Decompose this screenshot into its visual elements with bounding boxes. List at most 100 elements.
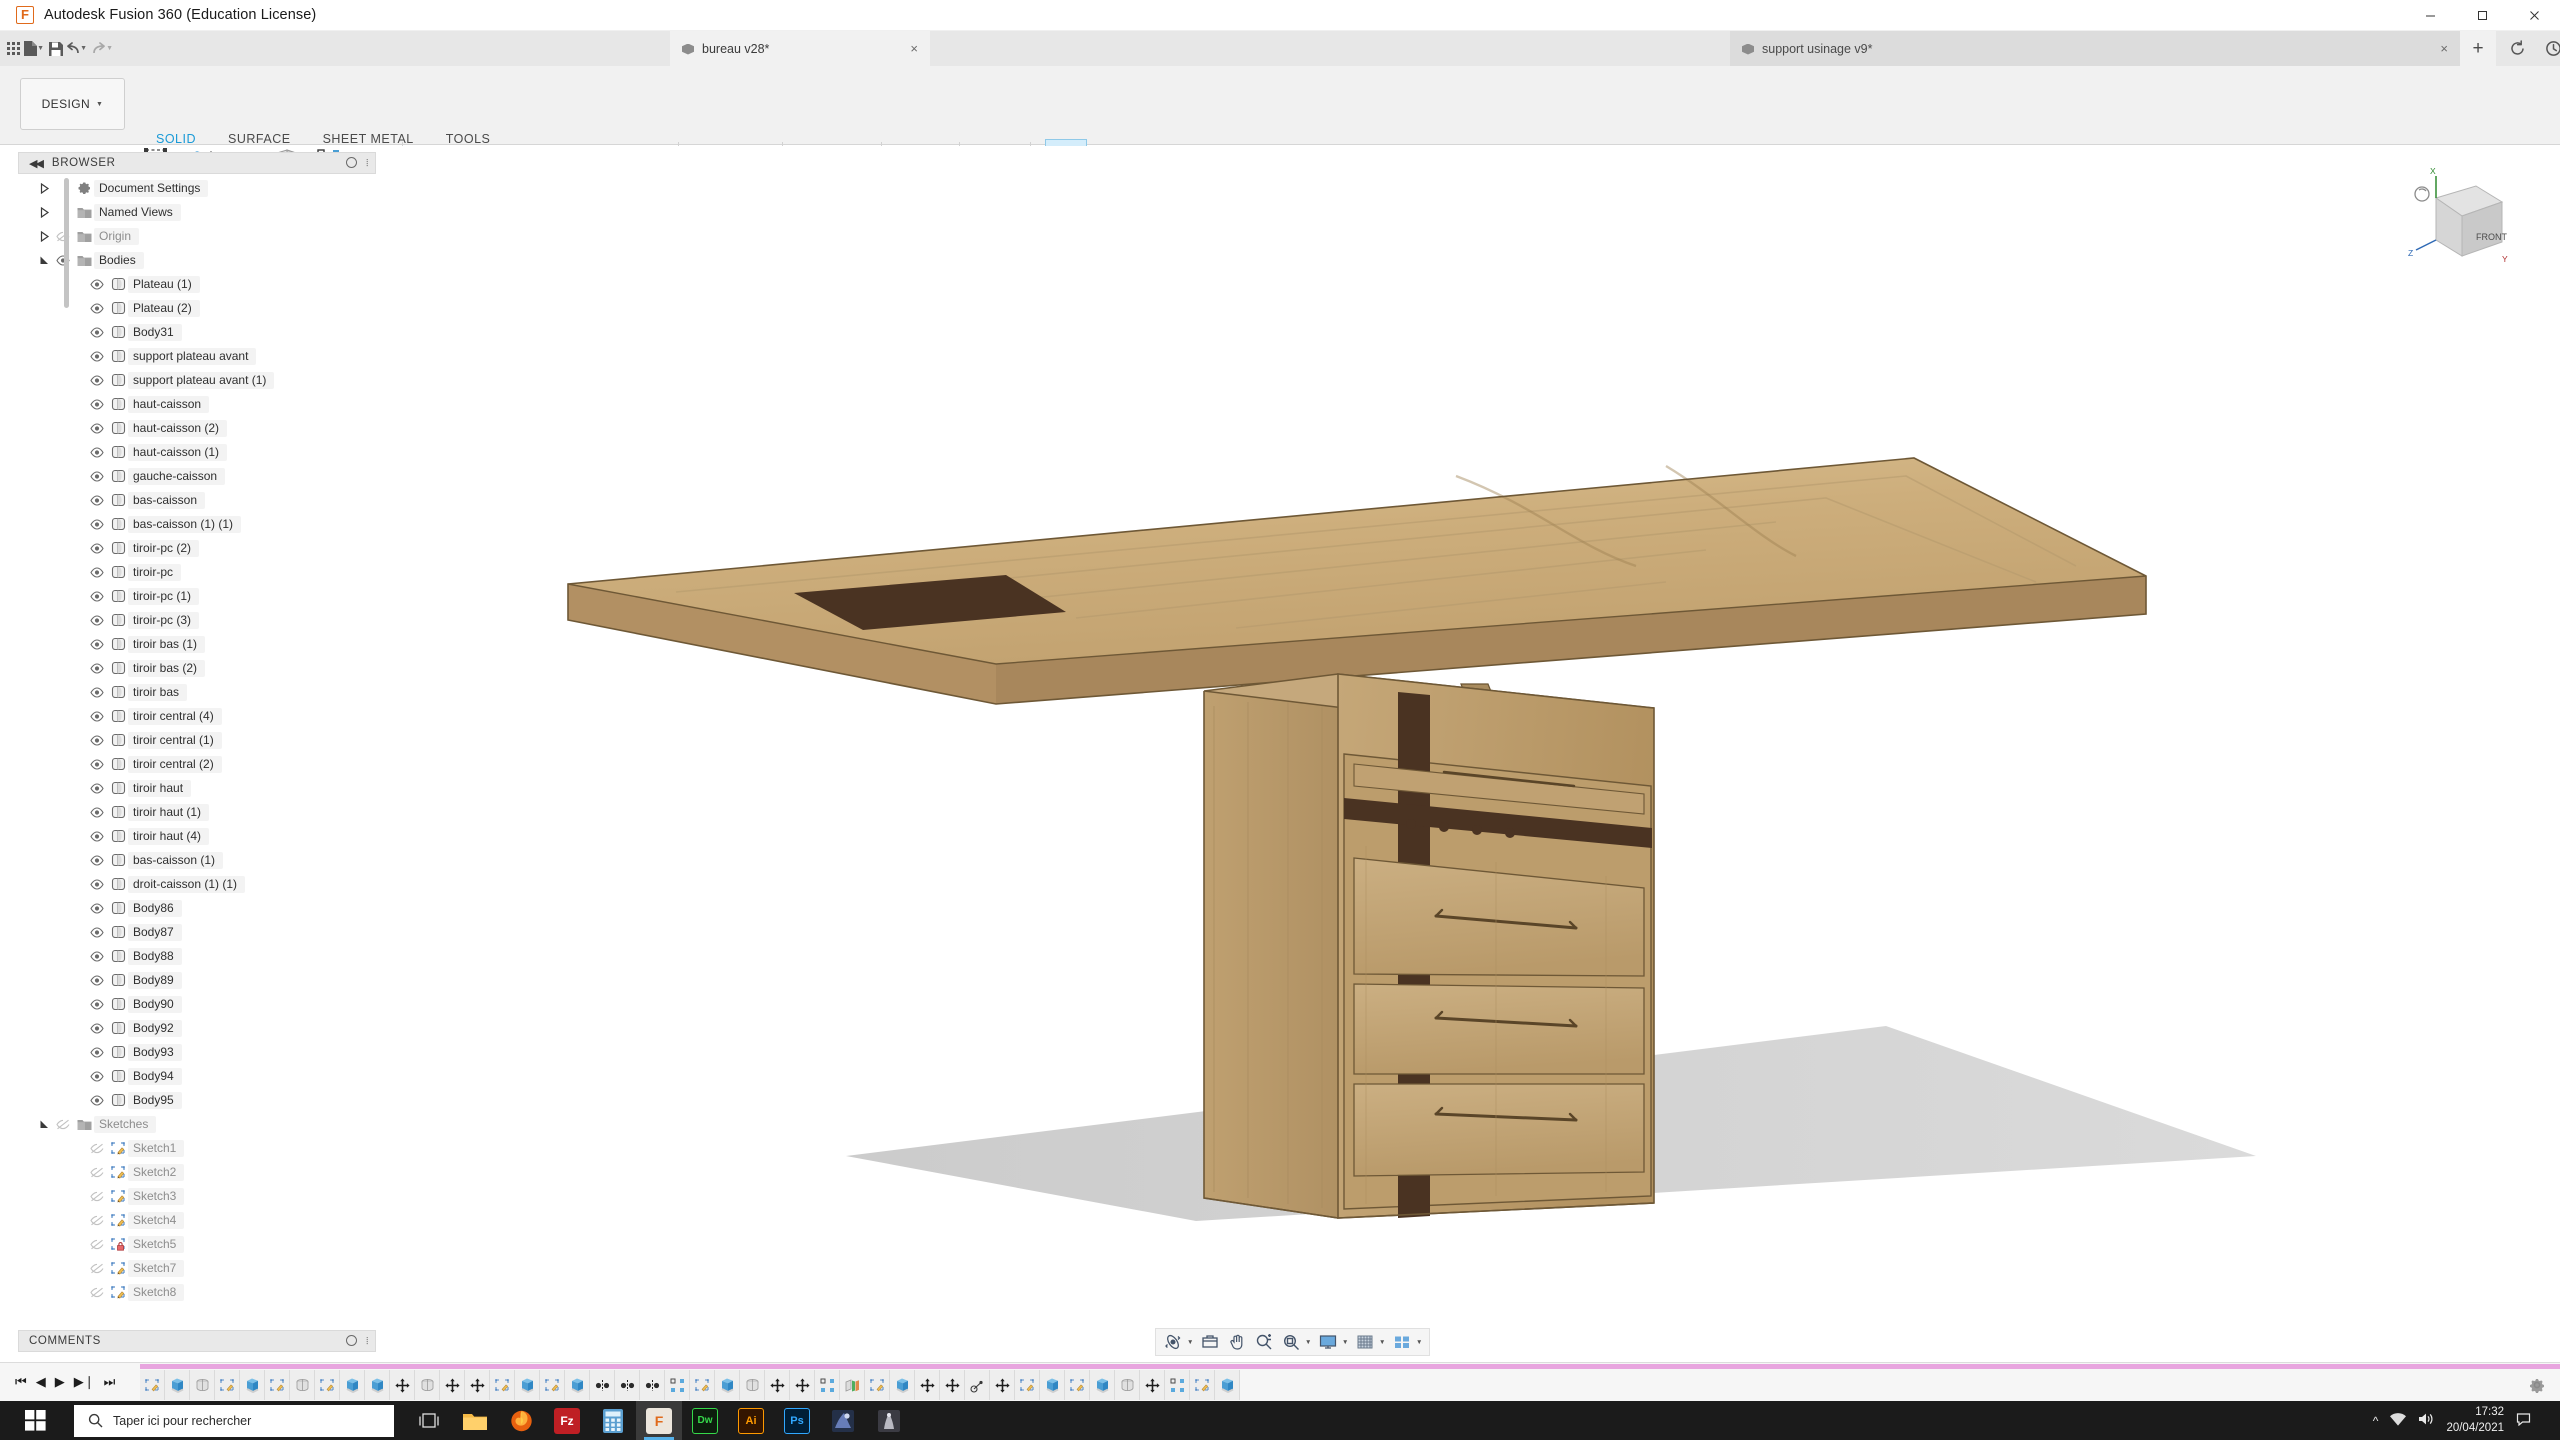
grid-apps-icon[interactable] xyxy=(6,37,21,61)
browser-tree-row[interactable]: haut-caisson (1) xyxy=(18,440,376,464)
save-icon[interactable] xyxy=(48,37,63,61)
timeline-feature-item[interactable] xyxy=(540,1370,565,1400)
browser-tree[interactable]: Document SettingsNamed ViewsOriginBodies… xyxy=(18,176,376,1324)
browser-tree-row[interactable]: gauche-caisson xyxy=(18,464,376,488)
action-center-icon[interactable] xyxy=(2516,1412,2531,1429)
document-tab-inactive[interactable]: support usinage v9* × xyxy=(1730,31,2460,66)
timeline-end-icon[interactable]: ⏭ xyxy=(104,1374,116,1390)
browser-tree-row[interactable]: tiroir bas (2) xyxy=(18,656,376,680)
browser-tree-row[interactable]: Body88 xyxy=(18,944,376,968)
pan-icon[interactable] xyxy=(1224,1330,1250,1354)
timeline-feature-item[interactable] xyxy=(465,1370,490,1400)
visibility-eye-icon[interactable] xyxy=(86,279,108,290)
browser-tree-row[interactable]: Body94 xyxy=(18,1064,376,1088)
timeline-feature-item[interactable] xyxy=(1190,1370,1215,1400)
tree-expand-arrow-open-icon[interactable] xyxy=(36,252,52,268)
comments-panel-header[interactable]: COMMENTS ⦙ xyxy=(18,1330,376,1352)
browser-tree-row[interactable]: tiroir bas (1) xyxy=(18,632,376,656)
visibility-eye-icon[interactable] xyxy=(52,231,74,242)
visibility-eye-icon[interactable] xyxy=(86,783,108,794)
visibility-eye-icon[interactable] xyxy=(86,831,108,842)
visibility-eye-icon[interactable] xyxy=(86,303,108,314)
visibility-eye-icon[interactable] xyxy=(86,855,108,866)
browser-tree-row[interactable]: Body93 xyxy=(18,1040,376,1064)
tray-chevron-icon[interactable]: ^ xyxy=(2373,1414,2379,1428)
maximize-button[interactable] xyxy=(2456,0,2508,31)
new-file-icon[interactable] xyxy=(23,37,38,61)
minimize-button[interactable] xyxy=(2404,0,2456,31)
grid-snaps-caret-icon[interactable]: ▼ xyxy=(1379,1339,1388,1346)
browser-tree-row[interactable]: Body86 xyxy=(18,896,376,920)
timeline-feature-item[interactable] xyxy=(590,1370,615,1400)
visibility-eye-icon[interactable] xyxy=(86,1095,108,1106)
browser-tree-row[interactable]: Body95 xyxy=(18,1088,376,1112)
timeline-feature-item[interactable] xyxy=(1115,1370,1140,1400)
browser-tree-row[interactable]: Sketch3 xyxy=(18,1184,376,1208)
browser-tree-row[interactable]: tiroir-pc xyxy=(18,560,376,584)
timeline-feature-item[interactable] xyxy=(940,1370,965,1400)
browser-tree-row[interactable]: support plateau avant xyxy=(18,344,376,368)
workspace-switcher-button[interactable]: DESIGN ▼ xyxy=(20,78,125,130)
visibility-eye-icon[interactable] xyxy=(86,1263,108,1274)
visibility-eye-icon[interactable] xyxy=(86,1287,108,1298)
dreamweaver-icon[interactable]: Dw xyxy=(682,1401,728,1440)
browser-tree-row[interactable]: bas-caisson (1) (1) xyxy=(18,512,376,536)
browser-tree-row[interactable]: Sketch5 xyxy=(18,1232,376,1256)
browser-tree-row[interactable]: tiroir central (1) xyxy=(18,728,376,752)
browser-tree-row[interactable]: Named Views xyxy=(18,200,376,224)
visibility-eye-icon[interactable] xyxy=(86,903,108,914)
visibility-eye-icon[interactable] xyxy=(86,879,108,890)
timeline-feature-item[interactable] xyxy=(390,1370,415,1400)
timeline-progress-bar[interactable] xyxy=(140,1364,2560,1369)
display-settings-icon[interactable] xyxy=(1315,1330,1341,1354)
settings-gear-icon[interactable] xyxy=(2528,1376,2546,1394)
browser-tree-row[interactable]: Bodies xyxy=(18,248,376,272)
timeline-feature-item[interactable] xyxy=(215,1370,240,1400)
browser-tree-row[interactable]: Origin xyxy=(18,224,376,248)
visibility-eye-icon[interactable] xyxy=(86,1191,108,1202)
visibility-eye-icon[interactable] xyxy=(86,327,108,338)
view-cube[interactable]: FRONT X Z Y xyxy=(2406,164,2516,274)
viewports-caret-icon[interactable]: ▼ xyxy=(1416,1339,1425,1346)
visibility-eye-icon[interactable] xyxy=(86,351,108,362)
timeline-feature-item[interactable] xyxy=(965,1370,990,1400)
timeline-feature-item[interactable] xyxy=(990,1370,1015,1400)
timeline-feature-item[interactable] xyxy=(265,1370,290,1400)
timeline-feature-item[interactable] xyxy=(490,1370,515,1400)
browser-tree-row[interactable]: Document Settings xyxy=(18,176,376,200)
visibility-eye-icon[interactable] xyxy=(86,375,108,386)
browser-tree-row[interactable]: Plateau (2) xyxy=(18,296,376,320)
browser-tree-row[interactable]: tiroir central (4) xyxy=(18,704,376,728)
timeline-play-icon[interactable]: ▶ xyxy=(55,1374,65,1390)
timeline-feature-item[interactable] xyxy=(440,1370,465,1400)
browser-tree-row[interactable]: bas-caisson xyxy=(18,488,376,512)
taskbar-clock[interactable]: 17:32 20/04/2021 xyxy=(2446,1405,2504,1436)
close-document-tab-button-2[interactable]: × xyxy=(2440,41,2448,56)
timeline-feature-item[interactable] xyxy=(190,1370,215,1400)
display-settings-caret-icon[interactable]: ▼ xyxy=(1342,1339,1351,1346)
browser-tree-row[interactable]: Body92 xyxy=(18,1016,376,1040)
redo-icon[interactable] xyxy=(91,37,107,61)
visibility-eye-icon[interactable] xyxy=(86,807,108,818)
browser-tree-row[interactable]: support plateau avant (1) xyxy=(18,368,376,392)
timeline-feature-item[interactable] xyxy=(890,1370,915,1400)
document-tab-active[interactable]: bureau v28* × xyxy=(670,31,930,66)
comments-pin-icon[interactable] xyxy=(346,1335,357,1346)
task-view-icon[interactable] xyxy=(406,1401,452,1440)
redo-caret-icon[interactable]: ▼ xyxy=(106,45,113,52)
browser-tree-row[interactable]: Sketch2 xyxy=(18,1160,376,1184)
fit-icon[interactable] xyxy=(1278,1330,1304,1354)
timeline-feature-item[interactable] xyxy=(790,1370,815,1400)
browser-tree-row[interactable]: Sketch7 xyxy=(18,1256,376,1280)
zoom-icon[interactable] xyxy=(1251,1330,1277,1354)
visibility-eye-icon[interactable] xyxy=(86,615,108,626)
orbit-icon[interactable] xyxy=(1160,1330,1186,1354)
visibility-eye-icon[interactable] xyxy=(86,735,108,746)
tree-expand-arrow-icon[interactable] xyxy=(36,228,52,244)
browser-tree-row[interactable]: tiroir bas xyxy=(18,680,376,704)
orbit-caret-icon[interactable]: ▼ xyxy=(1187,1339,1196,1346)
close-window-button[interactable] xyxy=(2508,0,2560,31)
browser-scrollbar[interactable] xyxy=(64,178,69,308)
browser-tree-row[interactable]: haut-caisson (2) xyxy=(18,416,376,440)
timeline-feature-item[interactable] xyxy=(915,1370,940,1400)
